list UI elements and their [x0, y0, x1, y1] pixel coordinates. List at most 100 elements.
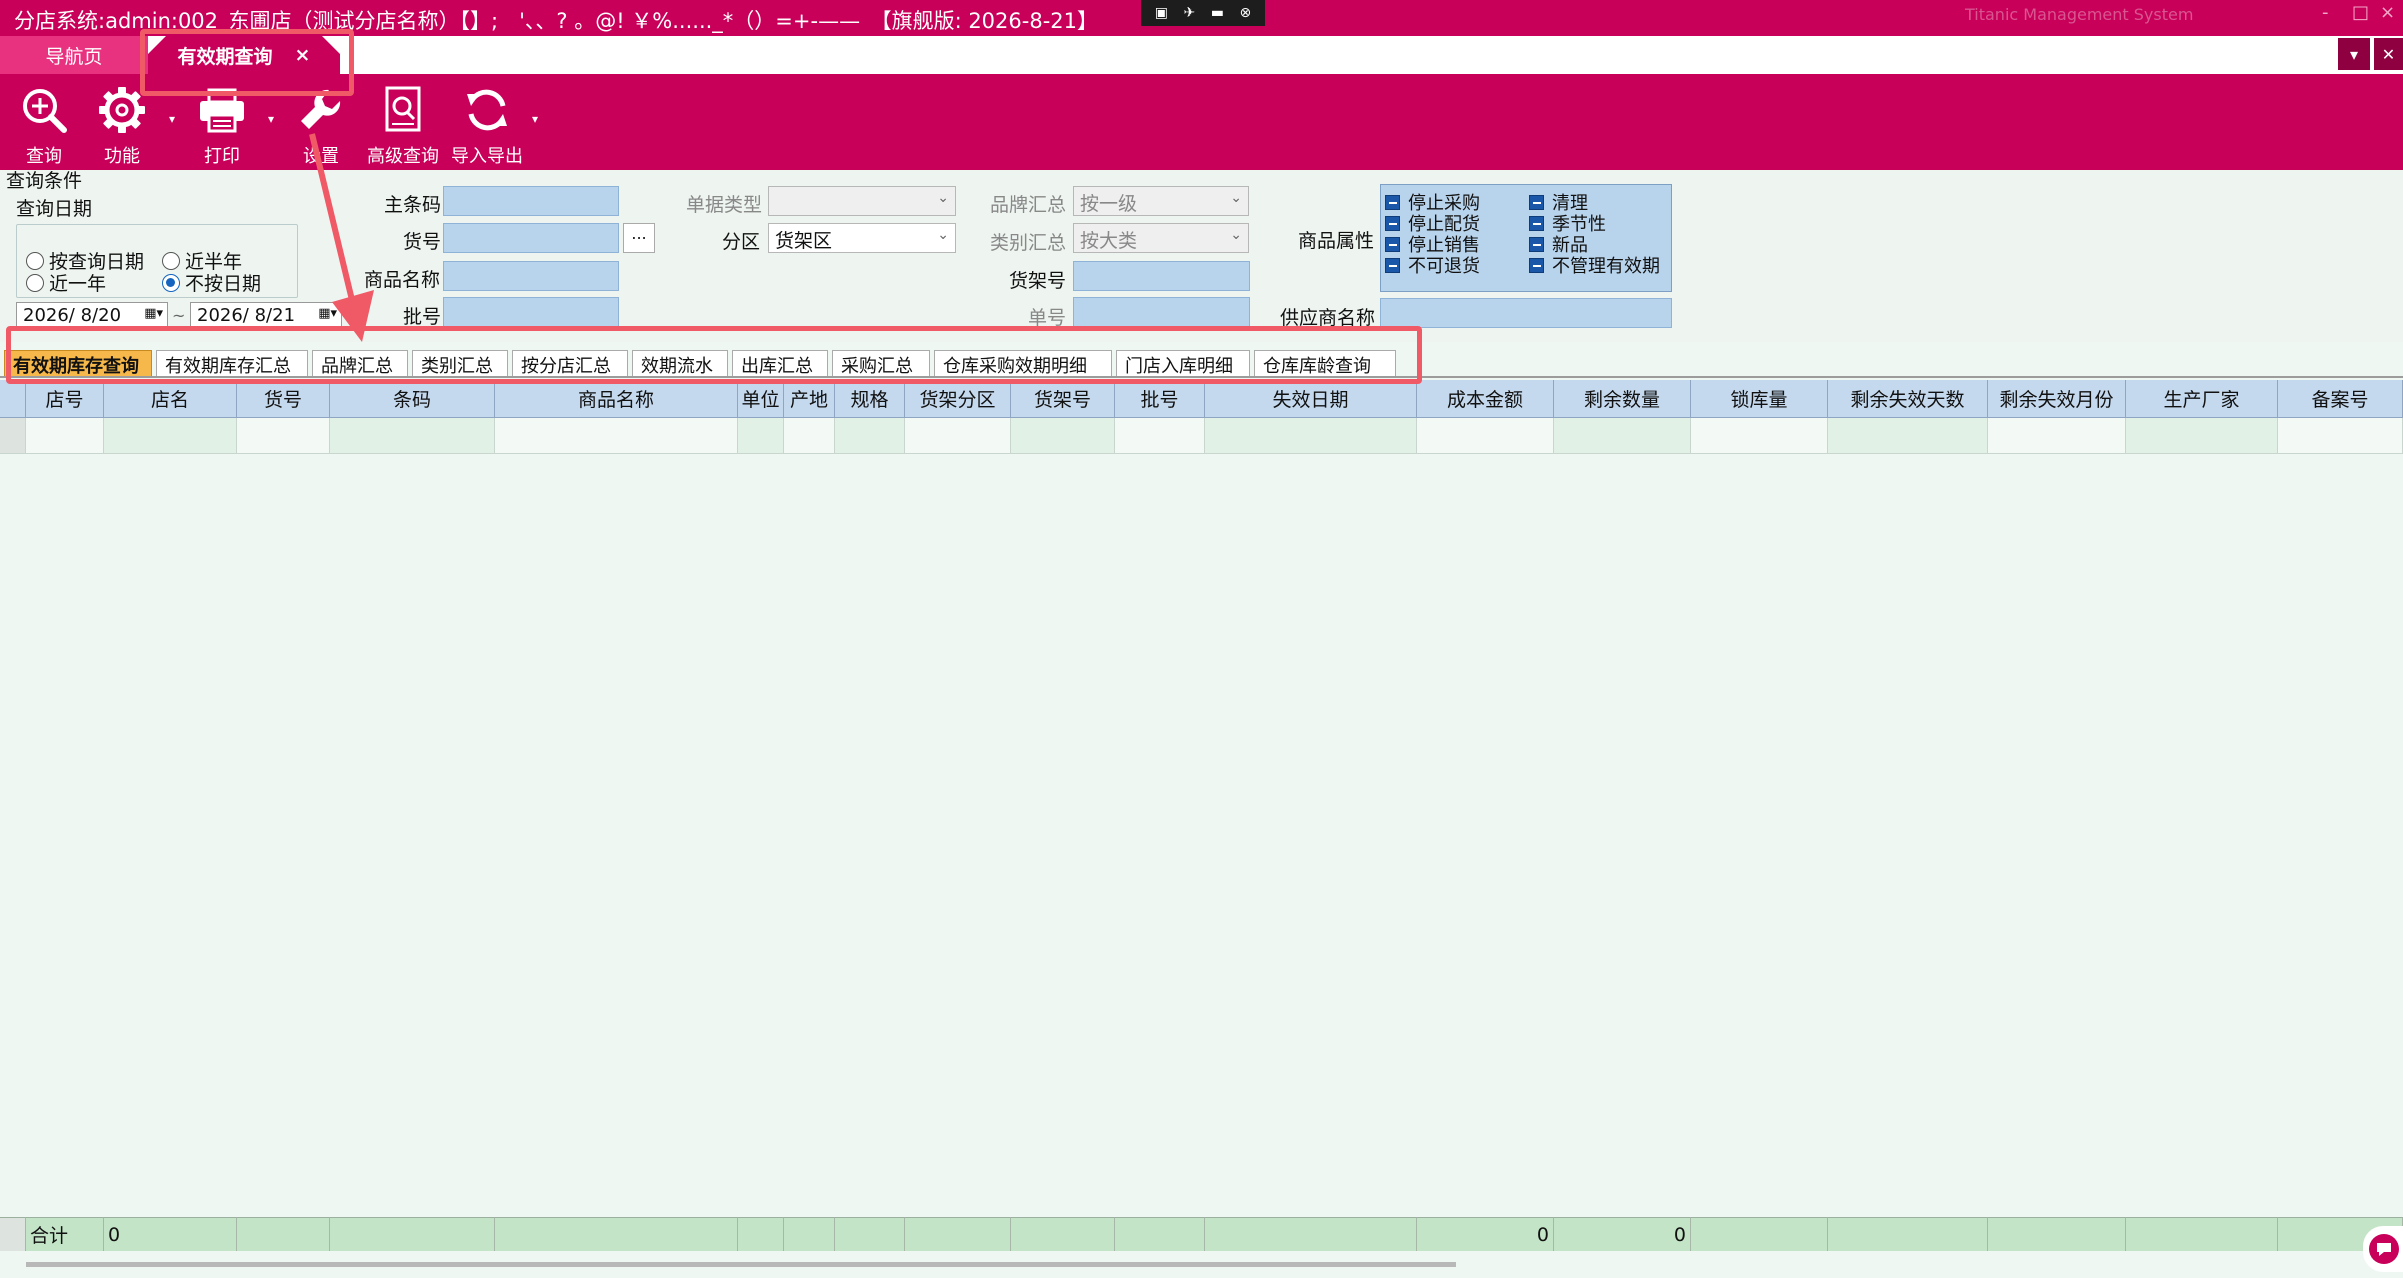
main-barcode-input[interactable] — [443, 186, 619, 216]
table-cell[interactable] — [1828, 418, 1988, 454]
screen-icon[interactable]: ▣ — [1155, 5, 1168, 21]
item-no-browse-button[interactable]: ... — [623, 223, 655, 253]
function-button-label: 功能 — [104, 146, 140, 167]
checkbox-indeterminate-icon — [1529, 236, 1544, 252]
minimize-bar-icon[interactable]: ▬ — [1211, 5, 1224, 21]
column-header[interactable]: 生产厂家 — [2126, 380, 2278, 418]
title-bar: 分店系统:admin:002_东圃店（测试分店名称）【】; '、、? 。@! ￥… — [0, 0, 2403, 36]
import-export-label: 导入导出 — [451, 146, 523, 167]
column-header[interactable]: 剩余失效天数 — [1828, 380, 1988, 418]
column-header[interactable]: 锁库量 — [1691, 380, 1828, 418]
footer-cell — [1988, 1217, 2126, 1251]
column-header[interactable]: 货架分区 — [905, 380, 1011, 418]
attr-checkbox[interactable]: 不管理有效期 — [1529, 252, 1660, 278]
column-header[interactable]: 货号 — [237, 380, 330, 418]
table-cell[interactable] — [1205, 418, 1417, 454]
chevron-down-icon: ⌄ — [1230, 227, 1242, 243]
highlight-subtabs-box — [6, 326, 1422, 384]
import-export-dropdown-icon[interactable]: ▾ — [532, 112, 538, 126]
checkbox-indeterminate-icon — [1529, 257, 1544, 273]
send-icon[interactable]: ✈ — [1184, 5, 1196, 21]
tab-navigation-label: 导航页 — [45, 45, 103, 68]
zone-select[interactable]: 货架区 ⌄ — [768, 223, 956, 253]
category-sum-select[interactable]: 按大类 ⌄ — [1073, 223, 1249, 253]
refresh-icon — [467, 89, 507, 131]
table-cell[interactable] — [26, 418, 104, 454]
tab-dropdown-button[interactable]: ▾ — [2338, 38, 2370, 70]
table-cell[interactable] — [2278, 418, 2403, 454]
chat-widget[interactable] — [2363, 1226, 2403, 1272]
date-group-label: 查询日期 — [16, 198, 93, 220]
maximize-button[interactable]: □ — [2352, 2, 2369, 23]
doc-type-select[interactable]: ⌄ — [768, 186, 956, 216]
chevron-down-icon: ⌄ — [937, 227, 949, 243]
table-cell[interactable] — [495, 418, 738, 454]
table-cell[interactable] — [104, 418, 237, 454]
close-window-button[interactable]: × — [2380, 2, 2395, 23]
radio-no-date[interactable]: 不按日期 — [162, 269, 261, 296]
table-cell[interactable] — [1115, 418, 1205, 454]
table-cell[interactable] — [237, 418, 330, 454]
footer-cell — [738, 1217, 784, 1251]
column-header[interactable]: 备案号 — [2278, 380, 2403, 418]
column-header[interactable]: 店号 — [26, 380, 104, 418]
close-circle-icon[interactable]: ⊗ — [1240, 5, 1252, 21]
table-cell[interactable] — [835, 418, 905, 454]
column-header[interactable]: 批号 — [1115, 380, 1205, 418]
column-header[interactable]: 失效日期 — [1205, 380, 1417, 418]
column-header[interactable]: 商品名称 — [495, 380, 738, 418]
table-cell[interactable] — [330, 418, 495, 454]
column-header[interactable]: 条码 — [330, 380, 495, 418]
date-to-value: 2026/ 8/21 — [197, 305, 296, 326]
main-barcode-label: 主条码 — [384, 194, 442, 216]
brand-sum-select[interactable]: 按一级 ⌄ — [1073, 186, 1249, 216]
table-cell[interactable] — [1691, 418, 1828, 454]
radio-label: 不按日期 — [185, 273, 262, 295]
table-cell[interactable] — [1011, 418, 1115, 454]
column-header[interactable]: 规格 — [835, 380, 905, 418]
product-attr-box: 停止采购 停止配货 停止销售 不可退货 清理 季节性 新品 不管理有效期 — [1380, 184, 1672, 292]
column-header[interactable]: 剩余数量 — [1554, 380, 1691, 418]
horizontal-scrollbar[interactable] — [26, 1262, 1456, 1267]
radio-one-year[interactable]: 近一年 — [26, 269, 106, 296]
item-no-input[interactable] — [443, 223, 619, 253]
footer-cell — [1691, 1217, 1828, 1251]
table-cell[interactable] — [905, 418, 1011, 454]
footer-cell — [784, 1217, 835, 1251]
radio-circle — [26, 251, 44, 270]
footer-cell — [905, 1217, 1011, 1251]
column-header[interactable]: 产地 — [784, 380, 835, 418]
batch-no-input[interactable] — [443, 297, 619, 327]
radio-circle — [162, 251, 180, 270]
table-cell[interactable] — [1988, 418, 2126, 454]
tab-navigation[interactable]: 导航页 — [0, 36, 148, 74]
item-no-label: 货号 — [403, 231, 442, 253]
row-indicator[interactable] — [0, 418, 26, 454]
footer-cost-total: 0 — [1417, 1217, 1554, 1251]
column-header[interactable]: 单位 — [738, 380, 784, 418]
table-cell[interactable] — [2126, 418, 2278, 454]
shelf-no-input[interactable] — [1073, 261, 1250, 291]
chevron-down-icon: ⌄ — [1230, 190, 1242, 206]
table-cell[interactable] — [738, 418, 784, 454]
footer-cell — [1828, 1217, 1988, 1251]
supplier-name-input[interactable] — [1380, 298, 1672, 328]
grid-corner — [0, 380, 26, 418]
order-no-input[interactable] — [1073, 297, 1250, 327]
product-name-input[interactable] — [443, 261, 619, 291]
table-cell[interactable] — [784, 418, 835, 454]
tab-pin-button[interactable]: ✕ — [2374, 38, 2403, 70]
table-cell[interactable] — [1417, 418, 1554, 454]
column-header[interactable]: 货架号 — [1011, 380, 1115, 418]
attr-checkbox[interactable]: 不可退货 — [1385, 252, 1480, 278]
minimize-button[interactable]: - — [2322, 2, 2329, 23]
column-header[interactable]: 剩余失效月份 — [1988, 380, 2126, 418]
column-header[interactable]: 店名 — [104, 380, 237, 418]
calendar-dropdown-icon[interactable]: ▦▾ — [144, 306, 163, 321]
table-cell[interactable] — [1554, 418, 1691, 454]
column-header[interactable]: 成本金额 — [1417, 380, 1554, 418]
import-export-button[interactable]: 导入导出 — [437, 80, 537, 168]
highlight-tab-box — [140, 29, 354, 96]
shelf-no-label: 货架号 — [1009, 270, 1067, 292]
footer-indicator — [0, 1217, 26, 1251]
